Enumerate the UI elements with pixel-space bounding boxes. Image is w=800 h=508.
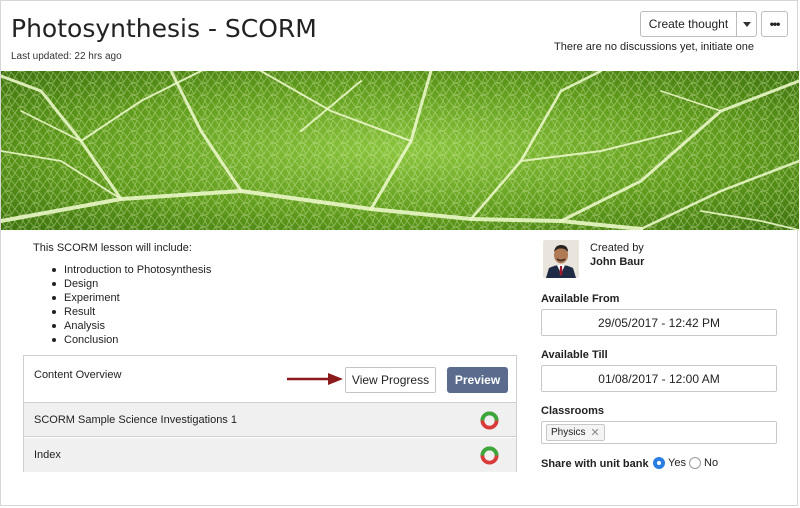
share-with-unit-bank-label: Share with unit bank [541, 458, 649, 470]
arrow-right-icon [287, 373, 343, 385]
created-by-label: Created by [590, 242, 644, 254]
table-row[interactable]: SCORM Sample Science Investigations 1 [24, 403, 516, 437]
avatar [543, 240, 579, 278]
available-till-field[interactable]: 01/08/2017 - 12:00 AM [541, 365, 777, 392]
list-item: Conclusion [49, 333, 211, 347]
classroom-tag: Physics ✕ [546, 424, 605, 441]
share-yes-label: Yes [668, 457, 686, 469]
discussion-hint: There are no discussions yet, initiate o… [554, 41, 754, 53]
table-row[interactable]: Index [24, 438, 516, 472]
create-thought-dropdown-button[interactable] [736, 11, 757, 37]
available-from-field[interactable]: 29/05/2017 - 12:42 PM [541, 309, 777, 336]
list-item: Result [49, 305, 211, 319]
lesson-banner-image [1, 71, 799, 230]
page-frame: Photosynthesis - SCORM Last updated: 22 … [0, 0, 799, 506]
more-options-button[interactable]: ••• [761, 11, 788, 37]
list-item: Design [49, 277, 211, 291]
content-overview-header: Content Overview View Progress Preview [24, 356, 516, 403]
share-yes-radio[interactable] [653, 457, 665, 469]
content-overview-panel: Content Overview View Progress Preview S… [23, 355, 517, 472]
list-item: Analysis [49, 319, 211, 333]
available-from-label: Available From [541, 293, 620, 305]
chevron-down-icon [742, 21, 751, 27]
available-till-label: Available Till [541, 349, 608, 361]
leaf-vein-illustration [1, 71, 799, 230]
lesson-topic-list: Introduction to Photosynthesis Design Ex… [49, 263, 211, 347]
classrooms-input[interactable]: Physics ✕ [541, 421, 777, 444]
classroom-tag-label: Physics [551, 427, 586, 438]
share-yes-option[interactable]: Yes [653, 457, 686, 469]
share-no-label: No [704, 457, 719, 469]
progress-ring-icon [480, 411, 499, 430]
view-progress-button[interactable]: View Progress [345, 367, 436, 393]
create-thought-button[interactable]: Create thought [640, 11, 737, 37]
classrooms-label: Classrooms [541, 405, 604, 417]
content-overview-title: Content Overview [34, 369, 122, 381]
author-name: John Baur [590, 256, 645, 268]
last-updated: Last updated: 22 hrs ago [11, 51, 122, 62]
share-no-radio[interactable] [689, 457, 701, 469]
author-portrait [543, 240, 579, 278]
content-item-title: SCORM Sample Science Investigations 1 [34, 414, 237, 426]
list-item: Introduction to Photosynthesis [49, 263, 211, 277]
preview-button[interactable]: Preview [447, 367, 508, 393]
content-item-title: Index [34, 449, 61, 461]
page-title: Photosynthesis - SCORM [11, 14, 317, 43]
share-no-option[interactable]: No [689, 457, 718, 469]
lesson-intro-text: This SCORM lesson will include: [33, 242, 192, 254]
progress-ring-icon [480, 446, 499, 465]
close-icon[interactable]: ✕ [590, 426, 599, 439]
list-item: Experiment [49, 291, 211, 305]
